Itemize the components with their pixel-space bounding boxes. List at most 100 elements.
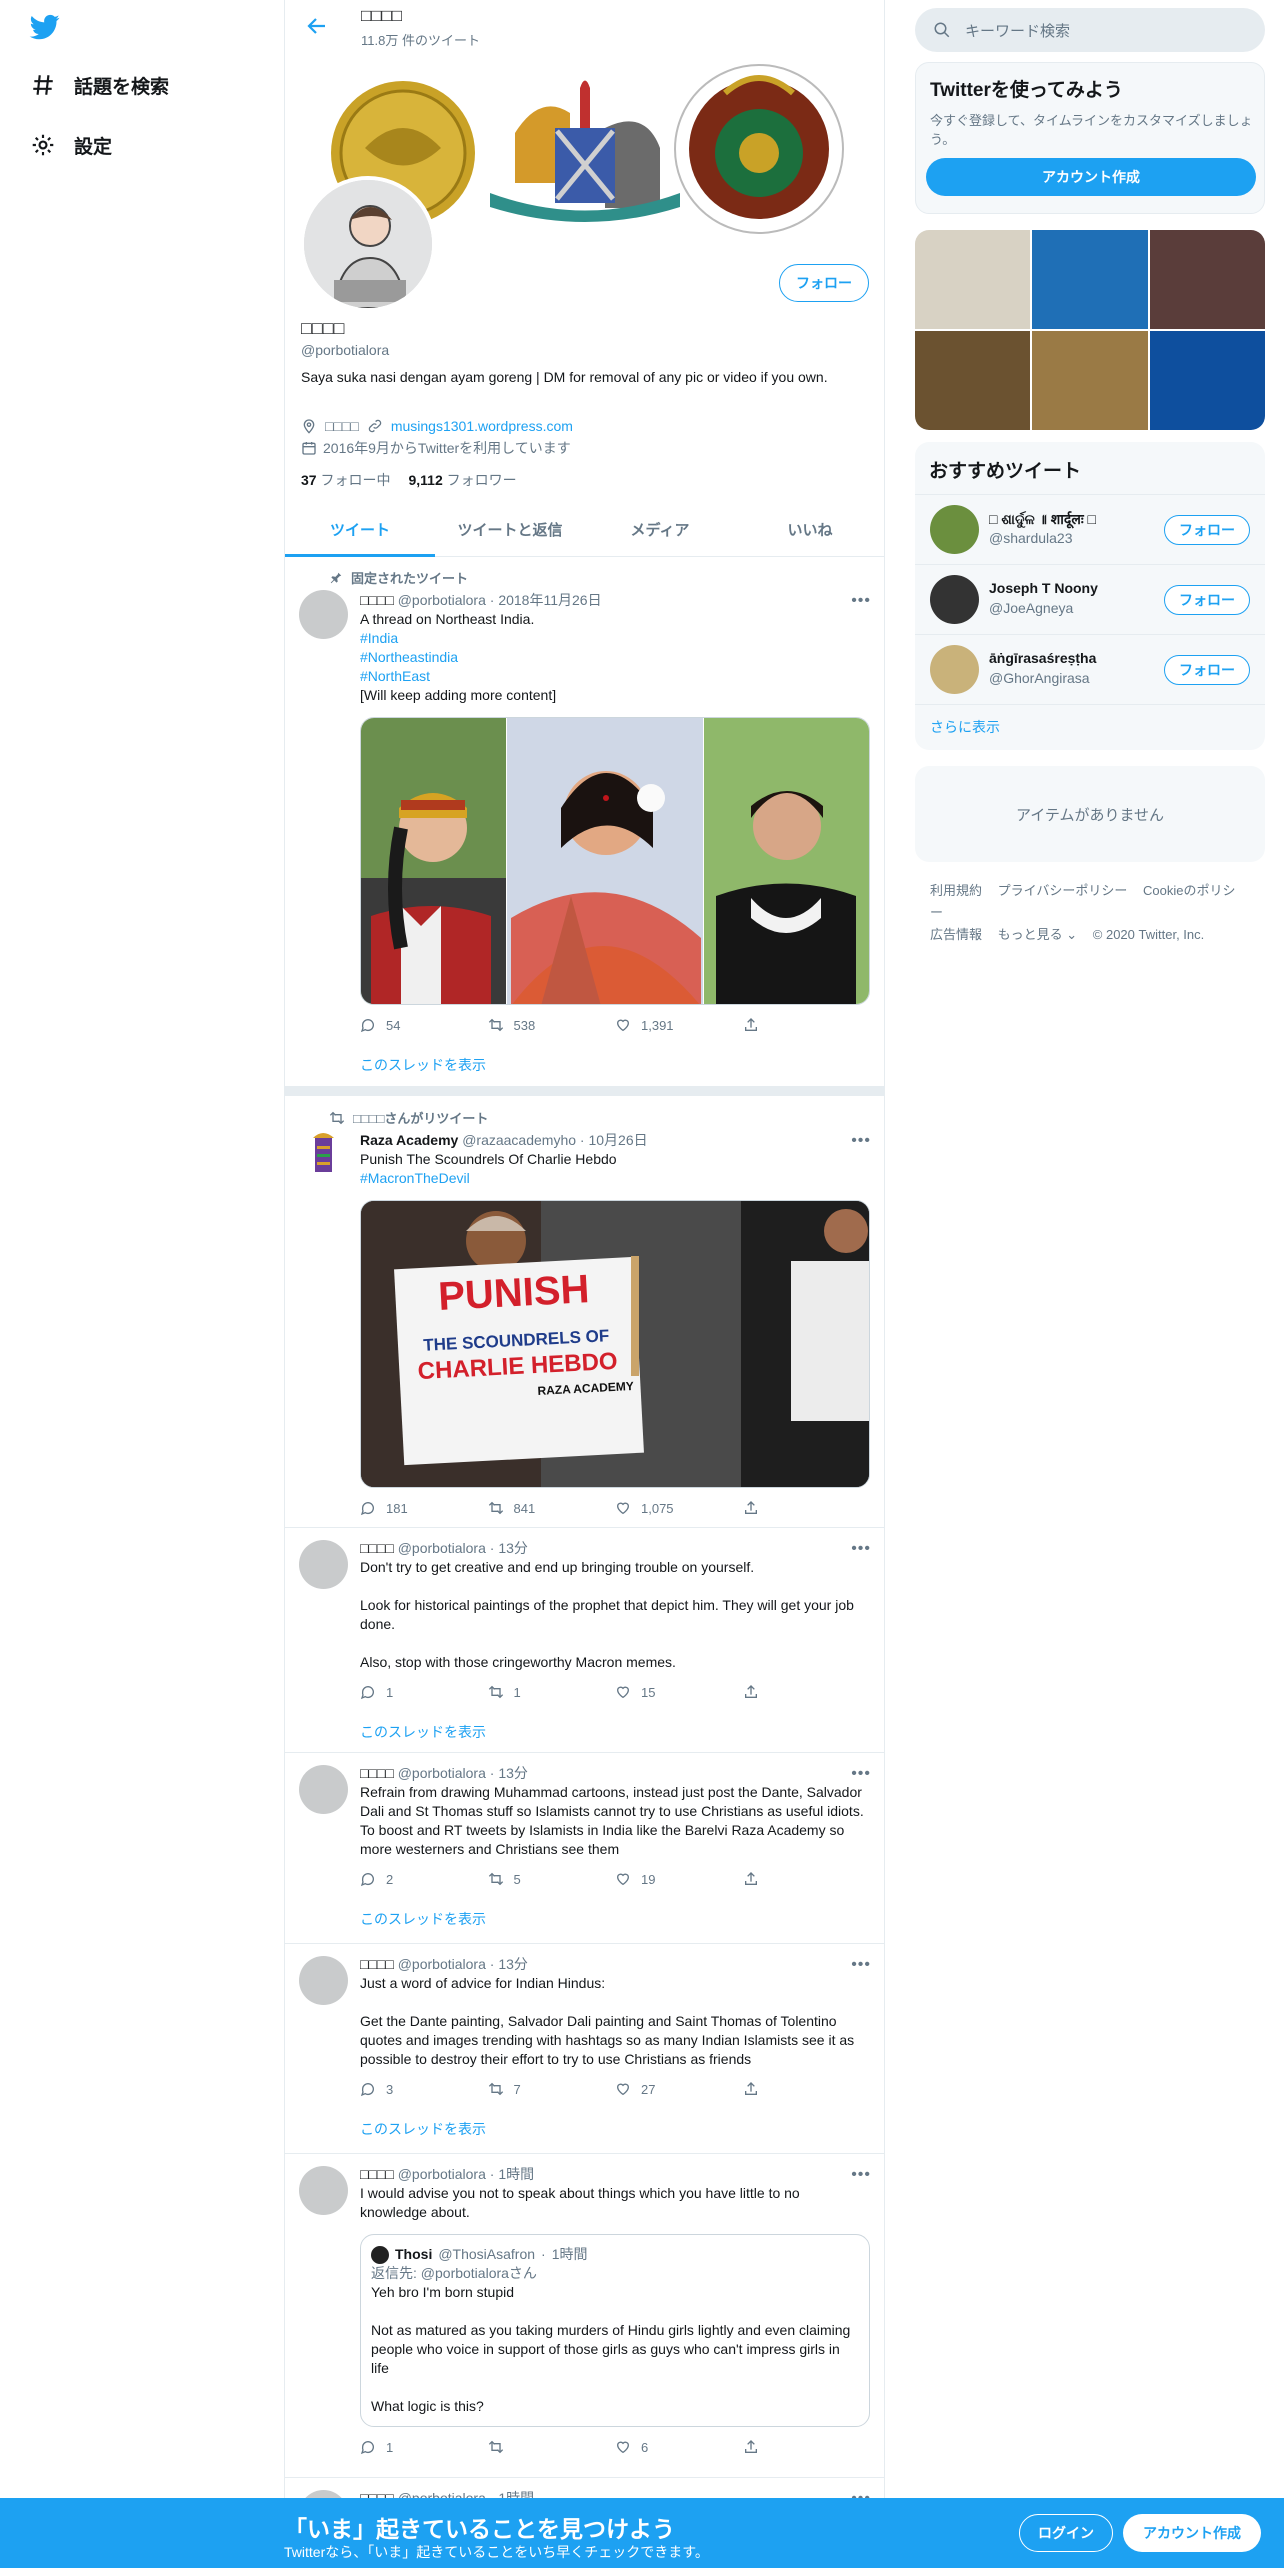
hashtag-link[interactable]: #Northeastindia — [360, 648, 870, 667]
quoted-tweet[interactable]: Thosi @ThosiAsafron · 1時間 返信先: @porbotia… — [360, 2234, 870, 2427]
account-avatar[interactable] — [930, 575, 979, 624]
tweet-time[interactable]: 1時間 — [498, 2166, 534, 2182]
tweet-item[interactable]: ••• □□□□ @porbotialora · 1時間 I would adv… — [285, 2154, 884, 2478]
tweet-avatar[interactable] — [299, 1956, 348, 2005]
tweet-item[interactable]: ••• □□□□ @porbotialora · 13分 Refrain fro… — [285, 1753, 884, 1944]
tweet-avatar[interactable] — [299, 1765, 348, 1814]
tweet-time[interactable]: 13分 — [498, 1540, 528, 1556]
tweet-avatar[interactable] — [299, 590, 348, 639]
hashtag-link[interactable]: #India — [360, 629, 870, 648]
tweet-author-name[interactable]: □□□□ — [360, 1765, 394, 1781]
tweet-author-handle[interactable]: @porbotialora — [398, 1765, 486, 1781]
show-more-link[interactable]: さらに表示 — [915, 704, 1265, 750]
tab-tweets[interactable]: ツイート — [285, 503, 435, 557]
media-thumbnail[interactable] — [1032, 331, 1148, 430]
tab-tweets-and-replies[interactable]: ツイートと返信 — [435, 503, 585, 556]
tweet-author-name[interactable]: □□□□ — [360, 592, 394, 608]
show-thread-link[interactable]: このスレッドを表示 — [360, 1055, 870, 1075]
retweet-button[interactable]: 7 — [488, 2081, 616, 2097]
tweet-item[interactable]: 固定されたツイート ••• □□□□ @porbotialora · 2018年… — [285, 558, 884, 1088]
tweet-avatar[interactable] — [299, 2166, 348, 2215]
reply-button[interactable]: 2 — [360, 1871, 488, 1887]
show-thread-link[interactable]: このスレッドを表示 — [360, 1722, 870, 1742]
hashtag-link[interactable]: #NorthEast — [360, 667, 870, 686]
reply-button[interactable]: 3 — [360, 2081, 488, 2097]
reply-button[interactable]: 181 — [360, 1500, 488, 1516]
like-button[interactable]: 1,391 — [615, 1017, 743, 1033]
footer-link[interactable]: 広告情報 — [930, 927, 982, 942]
retweet-button[interactable]: 5 — [488, 1871, 616, 1887]
media-thumbnail[interactable] — [1032, 230, 1148, 329]
followers-link[interactable]: 9,112 フォロワー — [408, 470, 516, 490]
recommended-account[interactable]: Joseph T Noony @JoeAgneya フォロー — [915, 564, 1265, 634]
tweet-author-handle[interactable]: @porbotialora — [398, 1540, 486, 1556]
tweet-item[interactable]: □□□□さんがリツイート ••• Raza Academy @razaacade… — [285, 1096, 884, 1528]
profile-avatar[interactable] — [300, 176, 436, 312]
recommended-account[interactable]: □ ଶାର୍ଦୁଳ ॥ शार्दूलः □ @shardula23 フォロー — [915, 494, 1265, 564]
following-link[interactable]: 37 フォロー中 — [301, 470, 390, 490]
back-arrow-icon[interactable] — [305, 14, 329, 38]
recommended-account[interactable]: āṅgīrasaśreṣṭha @GhorAngirasa フォロー — [915, 634, 1265, 704]
like-button[interactable]: 19 — [615, 1871, 743, 1887]
tweet-avatar[interactable] — [299, 1540, 348, 1589]
share-button[interactable] — [743, 2439, 871, 2455]
retweet-button[interactable]: 841 — [488, 1500, 616, 1516]
tab-media[interactable]: メディア — [585, 503, 735, 556]
media-thumbnail[interactable] — [915, 230, 1031, 329]
tweet-avatar[interactable] — [299, 1130, 348, 1179]
like-button[interactable]: 1,075 — [615, 1500, 743, 1516]
tweet-author-name[interactable]: □□□□ — [360, 1956, 394, 1972]
tweet-time[interactable]: 10月26日 — [588, 1132, 647, 1148]
profile-follow-button[interactable]: フォロー — [779, 264, 869, 302]
tweet-time[interactable]: 13分 — [498, 1765, 528, 1781]
show-thread-link[interactable]: このスレッドを表示 — [360, 2119, 870, 2139]
retweet-button[interactable]: 538 — [488, 1017, 616, 1033]
reply-button[interactable]: 54 — [360, 1017, 488, 1033]
tweet-time[interactable]: 13分 — [498, 1956, 528, 1972]
footer-link[interactable]: プライバシーポリシー — [998, 883, 1128, 898]
nav-settings[interactable]: 設定 — [30, 125, 112, 165]
tweet-item[interactable]: ••• □□□□ @porbotialora · 13分 Just a word… — [285, 1944, 884, 2154]
account-avatar[interactable] — [930, 645, 979, 694]
retweet-button[interactable] — [488, 2439, 616, 2455]
like-button[interactable]: 6 — [615, 2439, 743, 2455]
signup-button[interactable]: アカウント作成 — [1123, 2514, 1261, 2552]
tweet-author-handle[interactable]: @porbotialora — [398, 2166, 486, 2182]
share-button[interactable] — [743, 1017, 871, 1033]
hashtag-link[interactable]: #MacronTheDevil — [360, 1169, 870, 1188]
tweet-author-handle[interactable]: @porbotialora — [398, 592, 486, 608]
tab-likes[interactable]: いいね — [735, 503, 884, 556]
follow-button[interactable]: フォロー — [1164, 655, 1250, 685]
tweet-photo[interactable]: PUNISH THE SCOUNDRELS OF CHARLIE HEBDO R… — [360, 1200, 870, 1488]
tweet-author-name[interactable]: Raza Academy — [360, 1132, 458, 1148]
share-button[interactable] — [743, 1500, 871, 1516]
tweet-author-handle[interactable]: @razaacademyho — [462, 1132, 576, 1148]
like-button[interactable]: 27 — [615, 2081, 743, 2097]
share-button[interactable] — [743, 1684, 871, 1700]
reply-button[interactable]: 1 — [360, 2439, 488, 2455]
follow-button[interactable]: フォロー — [1164, 585, 1250, 615]
tweet-time[interactable]: 2018年11月26日 — [498, 592, 601, 608]
account-avatar[interactable] — [930, 505, 979, 554]
share-button[interactable] — [743, 2081, 871, 2097]
footer-link[interactable]: もっと見る ⌄ — [998, 927, 1078, 942]
share-button[interactable] — [743, 1871, 871, 1887]
create-account-button[interactable]: アカウント作成 — [926, 158, 1256, 196]
tweet-item[interactable]: ••• □□□□ @porbotialora · 13分 Don't try t… — [285, 1528, 884, 1753]
media-thumbnail[interactable] — [915, 331, 1031, 430]
like-button[interactable]: 15 — [615, 1684, 743, 1700]
tweet-author-name[interactable]: □□□□ — [360, 1540, 394, 1556]
media-thumbnail[interactable] — [1149, 230, 1265, 329]
tweet-photo-collage[interactable] — [360, 717, 870, 1005]
login-button[interactable]: ログイン — [1019, 2514, 1113, 2552]
retweet-button[interactable]: 1 — [488, 1684, 616, 1700]
media-thumbnail[interactable] — [1149, 331, 1265, 430]
show-thread-link[interactable]: このスレッドを表示 — [360, 1909, 870, 1929]
follow-button[interactable]: フォロー — [1164, 515, 1250, 545]
search-box[interactable]: キーワード検索 — [915, 8, 1265, 52]
tweet-author-handle[interactable]: @porbotialora — [398, 1956, 486, 1972]
nav-explore[interactable]: 話題を検索 — [30, 65, 169, 105]
reply-button[interactable]: 1 — [360, 1684, 488, 1700]
footer-link[interactable]: 利用規約 — [930, 883, 982, 898]
tweet-author-name[interactable]: □□□□ — [360, 2166, 394, 2182]
